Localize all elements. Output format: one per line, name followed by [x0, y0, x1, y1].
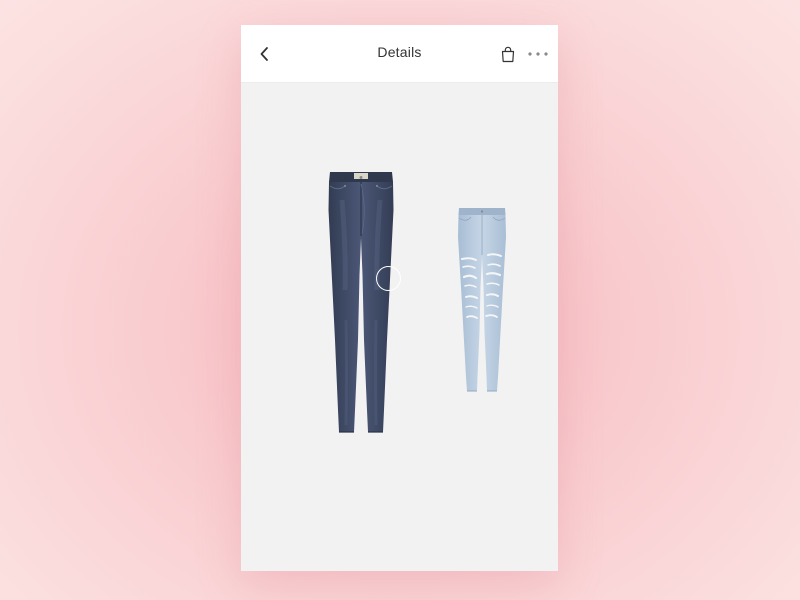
product-dark-jeans[interactable]: [326, 170, 396, 434]
light-jeans-image: [458, 208, 506, 392]
back-button[interactable]: [251, 40, 277, 68]
more-options-button[interactable]: [525, 45, 551, 63]
phone-screen: Details: [241, 25, 558, 571]
shopping-bag-icon: [501, 46, 515, 62]
more-horizontal-icon: [528, 52, 548, 56]
dark-jeans-image: [328, 172, 394, 433]
product-light-ripped-jeans[interactable]: [456, 207, 508, 393]
navigation-bar: Details: [241, 25, 558, 83]
chevron-left-icon: [260, 47, 268, 61]
product-canvas: [241, 83, 558, 571]
shopping-bag-button[interactable]: [498, 43, 518, 65]
